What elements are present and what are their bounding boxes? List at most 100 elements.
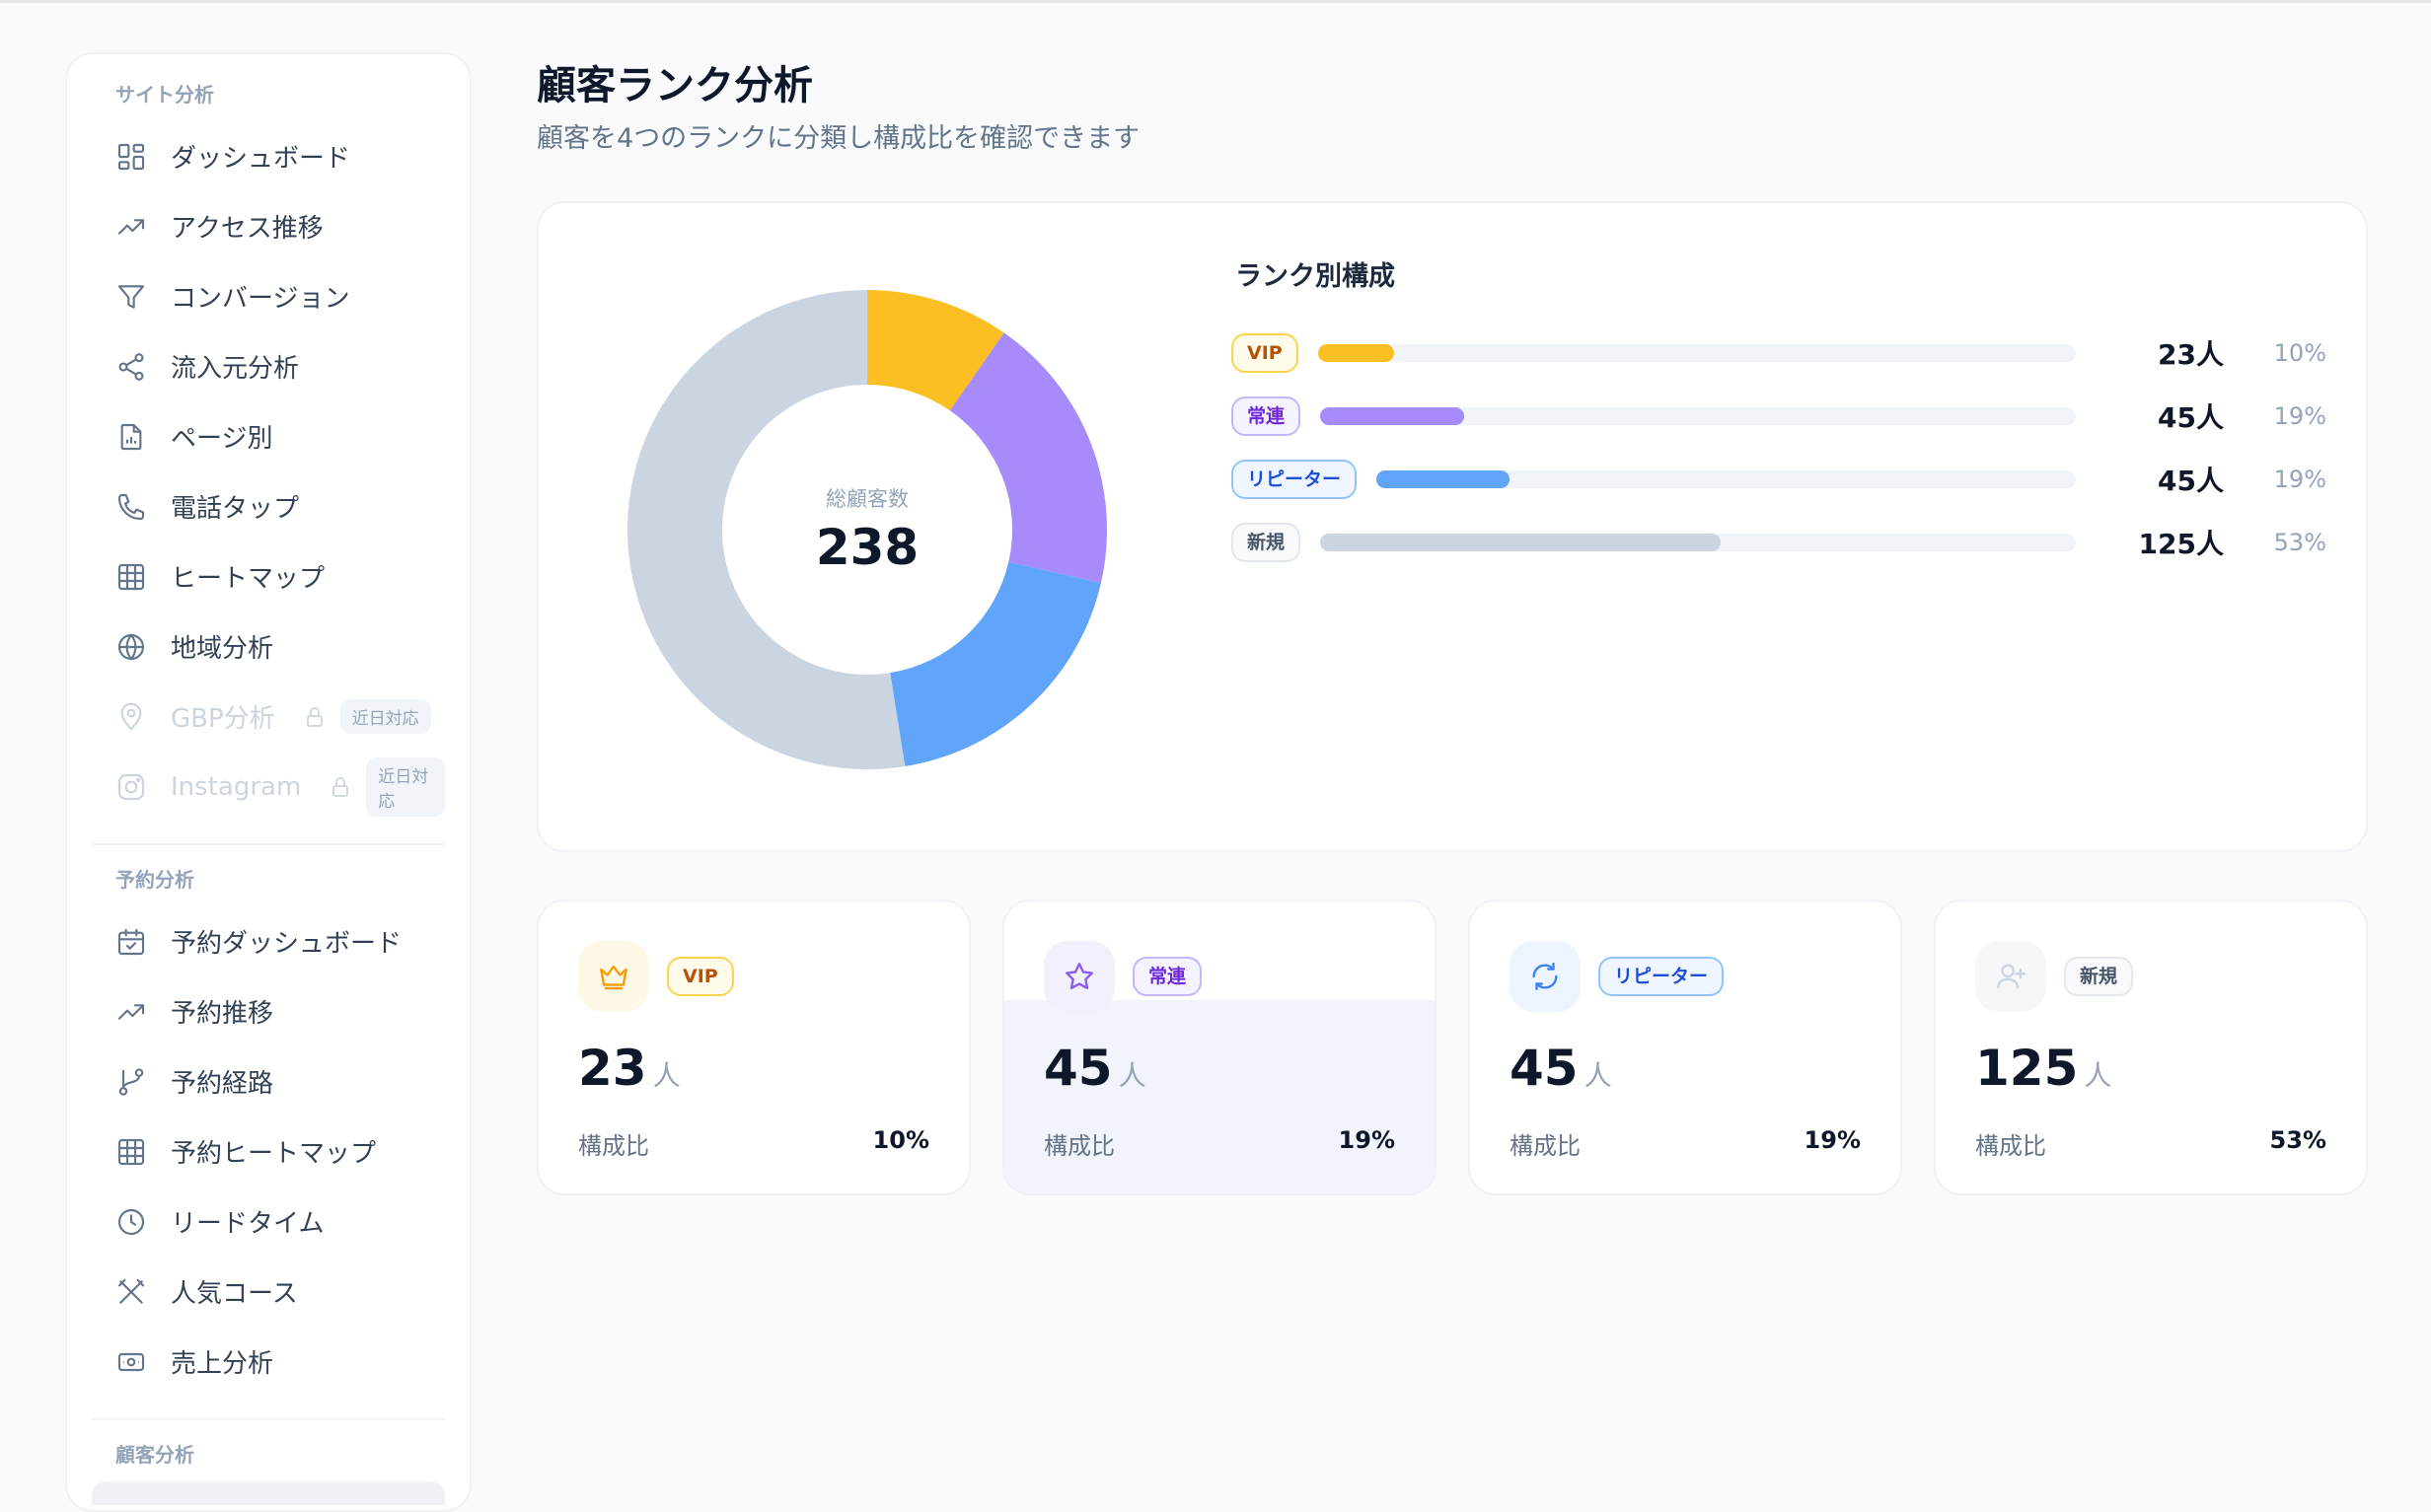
coming-soon-badge: 近日対応: [339, 699, 431, 734]
calendar-check-icon: [115, 926, 147, 958]
sidebar-item-conversion[interactable]: コンバージョン: [92, 261, 445, 331]
bar-fill-regular: [1320, 407, 1464, 425]
sidebar-item-label: 流入元分析: [171, 354, 300, 384]
dashboard-icon: [115, 141, 147, 173]
rank-bar-row-regular: 常連 45人 19%: [1231, 385, 2326, 448]
sidebar-item-sales[interactable]: 売上分析: [92, 1327, 445, 1397]
sidebar-item-label: 人気コース: [171, 1279, 298, 1309]
sidebar-item-traffic-source[interactable]: 流入元分析: [92, 331, 445, 401]
sidebar-item-active[interactable]: [92, 1481, 445, 1505]
grid-icon: [115, 1136, 147, 1168]
globe-icon: [115, 631, 147, 663]
rank-card-repeater[interactable]: リピーター 45 人 構成比 19%: [1468, 900, 1902, 1195]
rank-count: 45 人: [1510, 1040, 1612, 1097]
rank-badge-regular: 常連: [1231, 396, 1301, 436]
rank-count-unit: 人: [1584, 1059, 1612, 1092]
rank-bar-row-repeater: リピーター 45人 19%: [1231, 448, 2326, 511]
sidebar-item-phone-tap[interactable]: 電話タップ: [92, 471, 445, 541]
bar-count: 23人: [2158, 338, 2224, 371]
clock-icon: [115, 1206, 147, 1238]
crown-icon: [578, 941, 649, 1012]
rank-bar-row-new: 新規 125人 53%: [1231, 511, 2326, 574]
share-percent: 19%: [1338, 1126, 1395, 1154]
sidebar-item-reservation-heatmap[interactable]: 予約ヒートマップ: [92, 1116, 445, 1187]
rank-card-vip[interactable]: VIP 23 人 構成比 10%: [537, 900, 971, 1195]
sidebar-section-customer: 顧客分析: [92, 1440, 445, 1505]
bar-count: 45人: [2158, 465, 2224, 497]
map-pin-icon: [115, 701, 147, 733]
donut-chart: 総顧客数 238: [627, 290, 1107, 769]
phone-icon: [115, 491, 147, 523]
rank-card-regular[interactable]: 常連 45 人 構成比 19%: [1002, 900, 1436, 1195]
bar-count: 125人: [2138, 528, 2224, 560]
sidebar-item-label: ページ別: [171, 424, 273, 454]
sidebar-item-label: リードタイム: [171, 1209, 325, 1239]
sidebar-item-label: 予約経路: [171, 1069, 274, 1099]
document-chart-icon: [115, 421, 147, 453]
top-border: [0, 0, 2431, 3]
rank-count: 45 人: [1044, 1040, 1146, 1097]
sidebar-item-label: コンバージョン: [171, 284, 350, 314]
share-percent: 53%: [2269, 1126, 2326, 1154]
sidebar-item-lead-time[interactable]: リードタイム: [92, 1187, 445, 1257]
sidebar-divider: [92, 1418, 445, 1420]
sidebar-item-heatmap[interactable]: ヒートマップ: [92, 541, 445, 612]
rank-count-value: 125: [1975, 1040, 2079, 1097]
star-icon: [1044, 941, 1115, 1012]
sidebar-section-label: 顧客分析: [115, 1443, 194, 1467]
sidebar-section-reservation: 予約分析 予約ダッシュボード 予約推移 予約経路 予約ヒートマップ リードタイム…: [92, 865, 445, 1397]
lock-icon: [329, 775, 352, 799]
sidebar-item-pages[interactable]: ページ別: [92, 401, 445, 471]
sidebar-item-label: 地域分析: [171, 634, 274, 664]
sidebar-item-reservation-dashboard[interactable]: 予約ダッシュボード: [92, 906, 445, 976]
trending-up-icon: [115, 996, 147, 1028]
rank-badge-repeater: リピーター: [1598, 957, 1725, 996]
sidebar-item-label: 売上分析: [171, 1349, 274, 1379]
rank-card-new[interactable]: 新規 125 人 構成比 53%: [1934, 900, 2368, 1195]
share-label: 構成比: [1975, 1132, 2046, 1160]
bar-track: [1320, 407, 2076, 425]
sidebar: サイト分析 ダッシュボード アクセス推移 コンバージョン 流入元分析 ページ別 …: [65, 52, 472, 1512]
share-percent: 10%: [872, 1126, 929, 1154]
share-icon: [115, 351, 147, 383]
sidebar-divider: [92, 843, 445, 845]
sidebar-item-popular-course[interactable]: 人気コース: [92, 1257, 445, 1327]
sidebar-item-reservation-trend[interactable]: 予約推移: [92, 976, 445, 1046]
sidebar-item-reservation-route[interactable]: 予約経路: [92, 1046, 445, 1116]
rank-bar-list: VIP 23人 10% 常連 45人 19% リピーター 45人 19% 新規 …: [1231, 322, 2326, 574]
grid-icon: [115, 561, 147, 593]
rank-count-value: 45: [1044, 1040, 1113, 1097]
sidebar-item-gbp: GBP分析 近日対応: [92, 682, 445, 752]
page-title: 顧客ランク分析: [537, 63, 813, 108]
lock-icon: [303, 705, 327, 729]
bar-track: [1317, 344, 2076, 362]
page-subtitle: 顧客を4つのランクに分類し構成比を確認できます: [537, 123, 1141, 154]
share-percent: 19%: [1804, 1126, 1861, 1154]
sidebar-item-dashboard[interactable]: ダッシュボード: [92, 121, 445, 191]
rank-count-unit: 人: [652, 1059, 681, 1092]
composition-title: ランク別構成: [1235, 261, 1395, 292]
bar-fill-repeater: [1376, 470, 1510, 488]
rank-count-value: 45: [1510, 1040, 1579, 1097]
sidebar-section-label: サイト分析: [115, 83, 214, 107]
rank-count-unit: 人: [1118, 1059, 1146, 1092]
donut-total: 238: [815, 519, 920, 576]
sidebar-item-label: GBP分析: [171, 704, 275, 734]
share-label: 構成比: [1044, 1132, 1115, 1160]
rank-count: 125 人: [1975, 1040, 2111, 1097]
sidebar-item-access-trend[interactable]: アクセス推移: [92, 191, 445, 261]
sidebar-item-instagram: Instagram 近日対応: [92, 752, 445, 822]
banknote-icon: [115, 1346, 147, 1378]
sidebar-section-label: 予約分析: [115, 868, 194, 892]
bar-fill-new: [1320, 534, 1721, 551]
rank-count-unit: 人: [2084, 1059, 2112, 1092]
sidebar-item-label: アクセス推移: [171, 214, 324, 244]
bar-track: [1376, 470, 2076, 488]
rank-badge-new: 新規: [1231, 523, 1301, 562]
bar-percent: 19%: [2273, 466, 2326, 493]
rank-composition-card: 総顧客数 238 ランク別構成 VIP 23人 10% 常連 45人 19% リ…: [537, 201, 2368, 852]
sidebar-item-region[interactable]: 地域分析: [92, 612, 445, 682]
rank-bar-row-vip: VIP 23人 10%: [1231, 322, 2326, 385]
coming-soon-badge: 近日対応: [366, 756, 445, 817]
rank-badge-regular: 常連: [1133, 957, 1203, 996]
